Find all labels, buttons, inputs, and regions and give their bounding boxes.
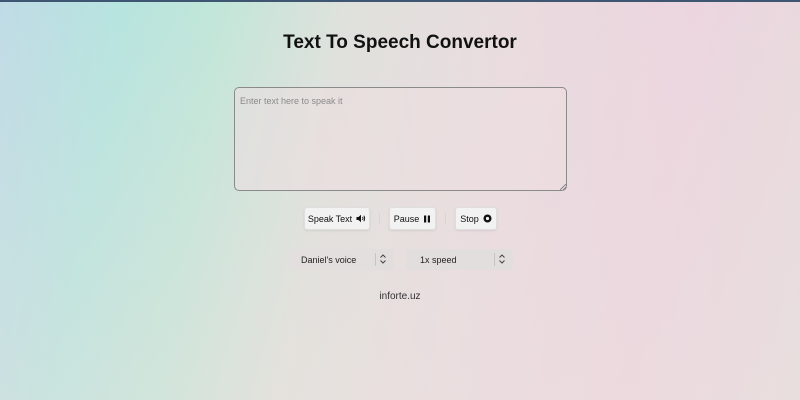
voice-select[interactable]: Daniel's voice [289,249,394,270]
pause-button-label: Pause [393,213,420,224]
background-overlay [0,0,800,400]
resize-handle-icon[interactable] [560,184,566,190]
chevron-up-down-icon [380,254,386,264]
text-input[interactable] [234,87,567,191]
chevron-up-down-icon [499,254,505,264]
speak-text-button[interactable]: Speak Text [304,207,370,230]
speak-button-label: Speak Text [307,213,353,224]
footer-credit: inforte.uz [379,291,421,302]
select-divider [375,253,376,266]
page-title: Text To Speech Convertor [283,32,517,53]
voice-select-value: Daniel's voice [301,254,357,265]
stop-button-label: Stop [460,213,479,224]
stop-button[interactable]: Stop [455,207,497,230]
pause-icon [423,215,431,223]
speed-select[interactable]: 1x speed [406,249,513,270]
select-divider [494,253,495,266]
speed-select-value: 1x speed [420,254,457,265]
button-divider [379,213,380,224]
speaker-volume-icon [356,214,366,223]
button-divider [445,213,446,224]
top-border [0,0,800,2]
pause-button[interactable]: Pause [389,207,436,230]
stop-circle-icon [483,214,492,223]
